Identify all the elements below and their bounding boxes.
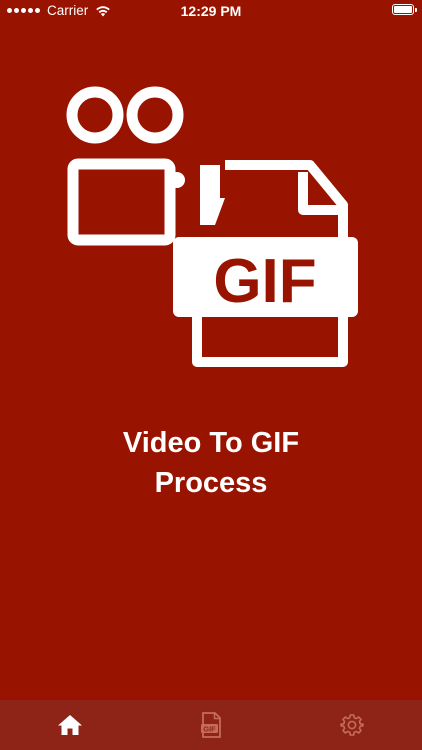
tab-home[interactable] <box>0 700 141 750</box>
gif-file-icon: GIF <box>201 712 221 738</box>
gear-icon <box>339 714 364 736</box>
page-title: Video To GIF Process <box>0 423 422 503</box>
tab-gif[interactable]: GIF <box>141 700 282 750</box>
tab-bar: GIF <box>0 700 422 750</box>
home-icon <box>58 715 83 735</box>
app-screen: Carrier 12:29 PM GIF Video To GIF Proces… <box>0 0 422 750</box>
status-time: 12:29 PM <box>180 3 242 19</box>
tab-settings[interactable] <box>281 700 422 750</box>
status-bar: Carrier 12:29 PM <box>0 0 422 22</box>
tab-gif-badge-text: GIF <box>203 725 216 734</box>
battery-icon <box>392 4 417 15</box>
title-line-2: Process <box>154 467 268 499</box>
logo-gif-text: GIF <box>213 247 316 316</box>
title-line-1: Video To GIF <box>122 427 300 459</box>
video-to-gif-logo: GIF <box>66 86 358 367</box>
